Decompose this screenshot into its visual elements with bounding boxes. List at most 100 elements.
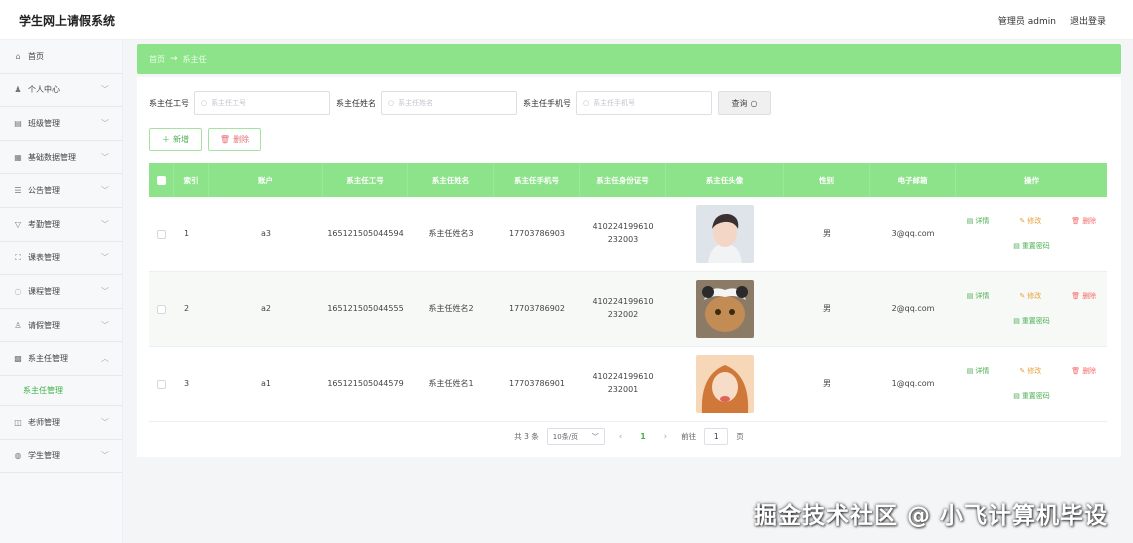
page-size-select[interactable]: 10条/页 ﹀	[546, 428, 605, 445]
cell-name: 系主任姓名1	[428, 378, 474, 388]
table-row: 3 a1 165121505044579 系主任姓名1 17703786901 …	[149, 347, 1107, 422]
sidebar-item-timetable[interactable]: ⛶ 课表管理 ﹀	[0, 242, 122, 276]
sidebar-item-profile[interactable]: ♟ 个人中心 ﹀	[0, 74, 122, 108]
detail-label: 详情	[975, 291, 990, 300]
cell-gender: 男	[823, 228, 831, 238]
select-all-cell	[149, 163, 174, 197]
submenu-director-manage[interactable]: 系主任管理	[0, 376, 122, 406]
sidebar: ⌂ 首页 ♟ 个人中心 ﹀ ▤ 班级管理 ﹀ ▦ 基础数据管理 ﹀ ☰ 公告管理…	[0, 40, 123, 543]
detail-label: 详情	[975, 216, 990, 225]
cell-phone: 17703786901	[509, 378, 565, 388]
logout-link[interactable]: 退出登录	[1070, 14, 1106, 27]
sidebar-item-home[interactable]: ⌂ 首页	[0, 40, 122, 74]
sidebar-item-attendance[interactable]: ▽ 考勤管理 ﹀	[0, 208, 122, 242]
document-icon: ▤	[1013, 392, 1020, 400]
search-icon: ○	[583, 99, 590, 107]
table-header: 索引 账户 系主任工号 系主任姓名 系主任手机号 系主任身份证号 系主任头像 性…	[149, 163, 1107, 197]
cell-name: 系主任姓名3	[428, 228, 474, 238]
avatar-image[interactable]	[696, 355, 754, 413]
breadcrumb-home[interactable]: 首页	[149, 54, 165, 65]
edit-icon: ✎	[1019, 216, 1026, 225]
fullscreen-icon: ⛶	[15, 252, 21, 262]
cell-job-no: 165121505044579	[327, 378, 404, 388]
row-checkbox[interactable]	[157, 229, 166, 239]
edit-icon: ✎	[1019, 291, 1026, 300]
action-bar: ＋ 新增 🗑 删除	[149, 128, 261, 151]
search-input-phone[interactable]: ○ 系主任手机号	[576, 91, 712, 115]
trash-icon: 🗑	[1071, 291, 1081, 300]
cell-account: a3	[261, 228, 271, 238]
plus-icon: ＋	[162, 135, 170, 144]
row-delete-button[interactable]: 🗑 删除	[1071, 216, 1096, 227]
sidebar-item-student[interactable]: ◍ 学生管理 ﹀	[0, 440, 122, 474]
row-checkbox[interactable]	[157, 379, 166, 389]
sidebar-item-leave[interactable]: ♙ 请假管理 ﹀	[0, 309, 122, 343]
edit-label: 修改	[1027, 216, 1042, 225]
cell-email: 1@qq.com	[891, 378, 935, 388]
col-header: 系主任身份证号	[580, 163, 666, 197]
search-input-job[interactable]: ○ 系主任工号	[194, 91, 330, 115]
user-label: 管理员 admin	[997, 17, 1056, 27]
cell-name: 系主任姓名2	[428, 303, 474, 313]
edit-label: 修改	[1027, 291, 1042, 300]
page-number[interactable]: 1	[636, 432, 649, 441]
row-delete-label: 删除	[1082, 366, 1097, 375]
row-delete-button[interactable]: 🗑 删除	[1071, 366, 1096, 377]
edit-button[interactable]: ✎ 修改	[1019, 216, 1041, 227]
select-all-checkbox[interactable]	[156, 175, 166, 185]
add-button[interactable]: ＋ 新增	[149, 128, 202, 151]
avatar-image[interactable]	[696, 280, 754, 338]
col-header: 系主任头像	[666, 163, 784, 197]
table-row: 1 a3 165121505044594 系主任姓名3 17703786903 …	[149, 197, 1107, 272]
avatar-image[interactable]	[696, 205, 754, 263]
goto-page-input[interactable]: 1	[704, 428, 729, 445]
sidebar-item-director[interactable]: ▩ 系主任管理 ︿	[0, 342, 122, 376]
cell-avatar	[666, 197, 784, 271]
col-header: 系主任工号	[323, 163, 408, 197]
query-button[interactable]: 查询 ○	[718, 91, 771, 115]
cell-phone: 17703786902	[509, 303, 565, 313]
top-header: 学生网上请假系统 管理员 admin 退出登录	[0, 0, 1133, 40]
prev-page-button[interactable]: ‹	[613, 432, 629, 442]
reset-password-button[interactable]: ▤ 重置密码	[1013, 316, 1050, 327]
search-label-phone: 系主任手机号	[523, 98, 571, 108]
placeholder: 系主任工号	[211, 99, 247, 107]
cell-operations: ▤ 详情 ✎ 修改 🗑 删除 ▤ 重置密码	[956, 347, 1107, 421]
content-panel: 系主任工号 ○ 系主任工号 系主任姓名 ○ 系主任姓名 系主任手机号 ○ 系主任…	[137, 77, 1121, 457]
edit-button[interactable]: ✎ 修改	[1019, 291, 1041, 302]
sidebar-item-basic-data[interactable]: ▦ 基础数据管理 ﹀	[0, 141, 122, 175]
delete-button[interactable]: 🗑 删除	[208, 128, 261, 151]
reset-password-button[interactable]: ▤ 重置密码	[1013, 241, 1050, 252]
search-input-name[interactable]: ○ 系主任姓名	[381, 91, 517, 115]
row-checkbox[interactable]	[157, 304, 166, 314]
sidebar-item-class[interactable]: ▤ 班级管理 ﹀	[0, 107, 122, 141]
edit-icon: ✎	[1019, 366, 1026, 375]
search-label-job: 系主任工号	[149, 98, 189, 108]
sidebar-item-label: 班级管理	[28, 118, 60, 128]
next-page-button[interactable]: ›	[658, 432, 674, 442]
sidebar-item-course[interactable]: ◌ 课程管理 ﹀	[0, 275, 122, 309]
reset-password-button[interactable]: ▤ 重置密码	[1013, 391, 1050, 402]
cell-account: a1	[261, 378, 271, 388]
total-count: 共 3 条	[514, 432, 539, 441]
row-select-cell	[149, 347, 174, 421]
detail-button[interactable]: ▤ 详情	[967, 366, 990, 377]
sidebar-item-teacher[interactable]: ◫ 老师管理 ﹀	[0, 406, 122, 440]
chevron-down-icon: ﹀	[101, 118, 109, 128]
detail-button[interactable]: ▤ 详情	[967, 291, 990, 302]
detail-button[interactable]: ▤ 详情	[967, 216, 990, 227]
sidebar-item-notice[interactable]: ☰ 公告管理 ﹀	[0, 174, 122, 208]
col-header: 索引	[174, 163, 209, 197]
document-icon: ▤	[966, 366, 974, 375]
document-icon: ▤	[966, 291, 974, 300]
row-delete-button[interactable]: 🗑 删除	[1071, 291, 1096, 302]
arrow-right-icon: →	[170, 54, 178, 64]
clock-icon: ◌	[14, 286, 22, 296]
sidebar-item-label: 课程管理	[28, 286, 60, 296]
cell-idcard: 410224199610232002	[592, 297, 654, 319]
sidebar-item-label: 老师管理	[28, 417, 60, 427]
row-delete-label: 删除	[1082, 216, 1097, 225]
cell-index: 3	[184, 378, 190, 388]
edit-label: 修改	[1027, 366, 1042, 375]
edit-button[interactable]: ✎ 修改	[1019, 366, 1041, 377]
